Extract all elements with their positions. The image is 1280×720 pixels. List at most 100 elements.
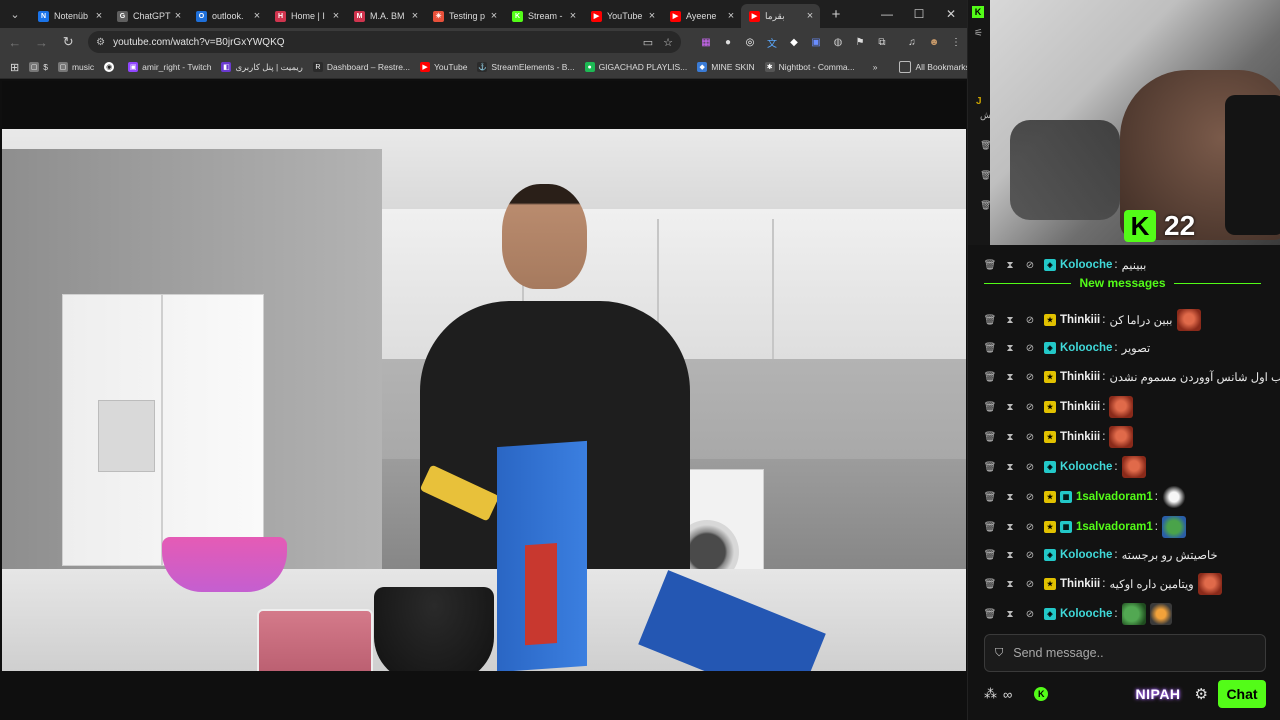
tab-close-icon[interactable]: × (567, 10, 579, 22)
extension-diamond-icon[interactable]: ◆ (783, 31, 805, 53)
chat-emote-icon[interactable] (1121, 603, 1146, 625)
ban-icon[interactable]: ⊘ (1024, 342, 1036, 354)
ban-icon[interactable]: ⊘ (1024, 549, 1036, 561)
delete-icon[interactable]: 🗑 (984, 259, 997, 271)
address-bar[interactable]: ⚙ youtube.com/watch?v=B0jrGxYWQKQ ▭ ☆ (88, 31, 681, 53)
bookmark-item[interactable]: ▣ amir_right - Twitch (128, 62, 211, 73)
infinity-icon[interactable]: ∞ (1003, 687, 1012, 702)
bookmark-item[interactable]: ● GIGACHAD PLAYLIS... (584, 62, 687, 73)
timeout-hourglass-icon[interactable]: ⧗ (1004, 549, 1016, 561)
bookmark-item[interactable]: ◆ MINE SKIN (697, 62, 755, 73)
bookmark-item[interactable]: ◧ ریمیت | پنل کاربری (221, 62, 303, 73)
reload-icon[interactable]: ↻ (56, 30, 80, 54)
chat-username[interactable]: Kolooche (1060, 259, 1112, 271)
timeout-hourglass-icon[interactable]: ⧗ (1004, 259, 1016, 271)
extension-o-icon[interactable]: ◎ (739, 31, 761, 53)
new-tab-button[interactable]: + (824, 2, 848, 26)
browser-tab[interactable]: ▶ بقرما × (741, 4, 820, 28)
browser-tab[interactable]: ✳ Testing p × (425, 4, 504, 28)
delete-icon[interactable]: 🗑 (984, 491, 997, 503)
chat-username[interactable]: Kolooche (1060, 342, 1112, 354)
timeout-hourglass-icon[interactable]: ⧗ (1004, 491, 1016, 503)
browser-tab[interactable]: ▶ Ayeene × (662, 4, 741, 28)
timeout-hourglass-icon[interactable]: ⧗ (1004, 608, 1016, 620)
browser-tab[interactable]: ▶ YouTube × (583, 4, 662, 28)
bookmark-item[interactable]: ▶ YouTube (420, 62, 467, 73)
extension-flag-icon[interactable]: ⚑ (849, 31, 871, 53)
bookmark-star-icon[interactable]: ☆ (663, 36, 673, 49)
minimize-button[interactable]: — (871, 0, 903, 28)
delete-icon[interactable]: 🗑 (984, 461, 997, 473)
chat-username[interactable]: Thinkiii (1060, 431, 1100, 443)
bookmark-item[interactable]: ◉ (104, 62, 118, 73)
extension-shield-icon[interactable]: ▣ (805, 31, 827, 53)
ban-icon[interactable]: ⊘ (1024, 491, 1036, 503)
delete-icon[interactable]: 🗑 (984, 578, 997, 590)
browser-tab[interactable]: H Home | I × (267, 4, 346, 28)
extension-globe-icon[interactable]: ◍ (827, 31, 849, 53)
chat-emote-icon[interactable] (1121, 456, 1146, 478)
extension-gift-icon[interactable]: ▦ (695, 31, 717, 53)
forward-arrow-icon[interactable]: → (30, 30, 54, 54)
ban-icon[interactable]: ⊘ (1024, 521, 1036, 533)
maximize-button[interactable]: ☐ (903, 0, 935, 28)
chat-emote-icon[interactable] (1109, 396, 1134, 418)
tab-close-icon[interactable]: × (251, 10, 263, 22)
all-bookmarks-folder[interactable]: All Bookmarks (899, 61, 967, 73)
browser-tab[interactable]: G ChatGPT × (109, 4, 188, 28)
browser-tab[interactable]: K Stream - × (504, 4, 583, 28)
timeout-hourglass-icon[interactable]: ⧗ (1004, 578, 1016, 590)
media-controls-icon[interactable]: ♫ (901, 31, 923, 53)
chat-username[interactable]: Kolooche (1060, 608, 1112, 620)
apps-grid-icon[interactable]: ⊞ (10, 61, 19, 74)
side-settings-icon[interactable]: ⚟ (974, 28, 983, 39)
timeout-hourglass-icon[interactable]: ⧗ (1004, 314, 1016, 326)
chat-emote-icon[interactable] (1149, 603, 1172, 625)
chat-emote-icon[interactable] (1197, 573, 1222, 595)
emote-menu-icon[interactable]: ⁂ (984, 686, 997, 702)
tab-search-icon[interactable]: ⌄ (0, 0, 30, 28)
profile-avatar[interactable]: ☻ (923, 31, 945, 53)
chat-username[interactable]: 1salvadoram1 (1076, 521, 1153, 533)
gear-icon[interactable]: ⚙ (1195, 685, 1208, 703)
delete-icon[interactable]: 🗑 (984, 521, 997, 533)
tab-close-icon[interactable]: × (172, 10, 184, 22)
chat-emote-icon[interactable] (1161, 516, 1186, 538)
delete-icon[interactable]: 🗑 (984, 371, 997, 383)
tab-close-icon[interactable]: × (725, 10, 737, 22)
bookmark-item[interactable]: ⚓ StreamElements - B... (477, 62, 575, 73)
extensions-puzzle-icon[interactable]: ⧉ (871, 31, 893, 53)
delete-icon[interactable]: 🗑 (984, 401, 997, 413)
ban-icon[interactable]: ⊘ (1024, 578, 1036, 590)
chat-input[interactable]: ⛉ Send message.. (984, 634, 1266, 672)
timeout-hourglass-icon[interactable]: ⧗ (1004, 461, 1016, 473)
close-window-button[interactable]: ✕ (935, 0, 967, 28)
chat-username[interactable]: Thinkiii (1060, 371, 1100, 383)
chat-emote-icon[interactable] (1161, 486, 1186, 508)
delete-icon[interactable]: 🗑 (984, 549, 997, 561)
ban-icon[interactable]: ⊘ (1024, 371, 1036, 383)
ban-icon[interactable]: ⊘ (1024, 259, 1036, 271)
ban-icon[interactable]: ⊘ (1024, 314, 1036, 326)
tab-close-icon[interactable]: × (330, 10, 342, 22)
chat-emote-icon[interactable] (1109, 426, 1134, 448)
timeout-hourglass-icon[interactable]: ⧗ (1004, 431, 1016, 443)
chat-username[interactable]: 1salvadoram1 (1076, 491, 1153, 503)
tab-close-icon[interactable]: × (646, 10, 658, 22)
extension-circle-icon[interactable]: ● (717, 31, 739, 53)
delete-icon[interactable]: 🗑 (984, 608, 997, 620)
youtube-video-player[interactable] (2, 81, 966, 671)
bookmark-item[interactable]: R Dashboard – Restre... (312, 62, 410, 73)
site-info-icon[interactable]: ⚙ (96, 37, 105, 48)
ban-icon[interactable]: ⊘ (1024, 401, 1036, 413)
chat-username[interactable]: Thinkiii (1060, 401, 1100, 413)
nipah-logo[interactable]: NIPAH (1136, 686, 1181, 702)
bookmark-item[interactable]: ▢ music (57, 62, 94, 73)
tab-close-icon[interactable]: × (488, 10, 500, 22)
tab-close-icon[interactable]: × (93, 10, 105, 22)
chat-username[interactable]: Kolooche (1060, 461, 1112, 473)
chat-emote-icon[interactable] (1176, 309, 1201, 331)
delete-icon[interactable]: 🗑 (984, 431, 997, 443)
more-bookmarks-icon[interactable]: » (873, 62, 878, 72)
browser-tab[interactable]: M M.A. BM × (346, 4, 425, 28)
